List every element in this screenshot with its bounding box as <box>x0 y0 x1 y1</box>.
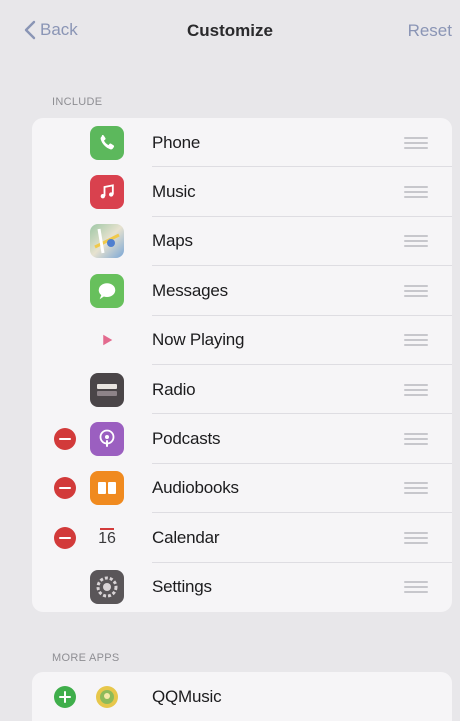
item-label: Now Playing <box>152 330 245 350</box>
maps-icon <box>90 224 124 259</box>
reset-button[interactable]: Reset <box>408 21 452 41</box>
reorder-handle-icon[interactable] <box>404 383 428 396</box>
calendar-icon: 16 <box>90 521 124 555</box>
navigation-bar: Back Customize Reset <box>0 0 460 62</box>
list-item-audiobooks[interactable]: Audiobooks <box>32 464 452 514</box>
reorder-handle-icon[interactable] <box>404 531 428 544</box>
podcasts-icon <box>90 422 124 457</box>
settings-icon <box>90 570 124 605</box>
list-item-podcasts[interactable]: Podcasts <box>32 414 452 464</box>
reorder-handle-icon[interactable] <box>404 235 428 248</box>
list-item-settings[interactable]: Settings <box>32 563 452 612</box>
reorder-handle-icon[interactable] <box>404 136 428 149</box>
item-label: Audiobooks <box>152 478 239 498</box>
item-label: Settings <box>152 577 212 597</box>
list-item-radio[interactable]: Radio <box>32 365 452 415</box>
reorder-handle-icon[interactable] <box>404 186 428 199</box>
item-label: Maps <box>152 231 193 251</box>
more-apps-section-header: MORE APPS <box>52 652 120 664</box>
remove-button[interactable] <box>54 428 76 451</box>
list-item-phone[interactable]: Phone <box>32 118 452 168</box>
reorder-handle-icon[interactable] <box>404 433 428 446</box>
item-label: Messages <box>152 280 228 300</box>
reorder-handle-icon[interactable] <box>404 334 428 347</box>
item-label: Calendar <box>152 527 220 547</box>
item-label: Podcasts <box>152 429 221 449</box>
audiobooks-icon <box>90 471 124 506</box>
phone-icon <box>90 125 124 160</box>
now-playing-icon <box>90 323 124 357</box>
add-button[interactable] <box>54 685 76 708</box>
calendar-day: 16 <box>98 530 116 548</box>
include-section-header: INCLUDE <box>52 96 103 108</box>
list-item-messages[interactable]: Messages <box>32 266 452 316</box>
item-label: Phone <box>152 132 201 152</box>
page-title: Customize <box>187 21 273 40</box>
list-item-maps[interactable]: Maps <box>32 217 452 267</box>
remove-button[interactable] <box>54 477 76 500</box>
item-label: QQMusic <box>152 686 222 706</box>
remove-button[interactable] <box>54 526 76 549</box>
reorder-handle-icon[interactable] <box>404 284 428 297</box>
list-item-now-playing[interactable]: Now Playing <box>32 316 452 365</box>
reorder-handle-icon[interactable] <box>404 482 428 495</box>
qqmusic-icon <box>90 680 124 714</box>
messages-icon <box>90 273 124 308</box>
include-list: Phone Music Maps Messages Now Playing Ra… <box>32 118 452 612</box>
reorder-handle-icon[interactable] <box>404 581 428 594</box>
list-item-music[interactable]: Music <box>32 167 452 217</box>
radio-icon <box>90 372 124 407</box>
list-item-qqmusic[interactable]: QQMusic <box>32 672 452 721</box>
more-apps-list: QQMusic <box>32 672 452 721</box>
item-label: Music <box>152 182 196 202</box>
music-icon <box>90 175 124 210</box>
list-item-calendar[interactable]: 16 Calendar <box>32 513 452 563</box>
item-label: Radio <box>152 379 196 399</box>
